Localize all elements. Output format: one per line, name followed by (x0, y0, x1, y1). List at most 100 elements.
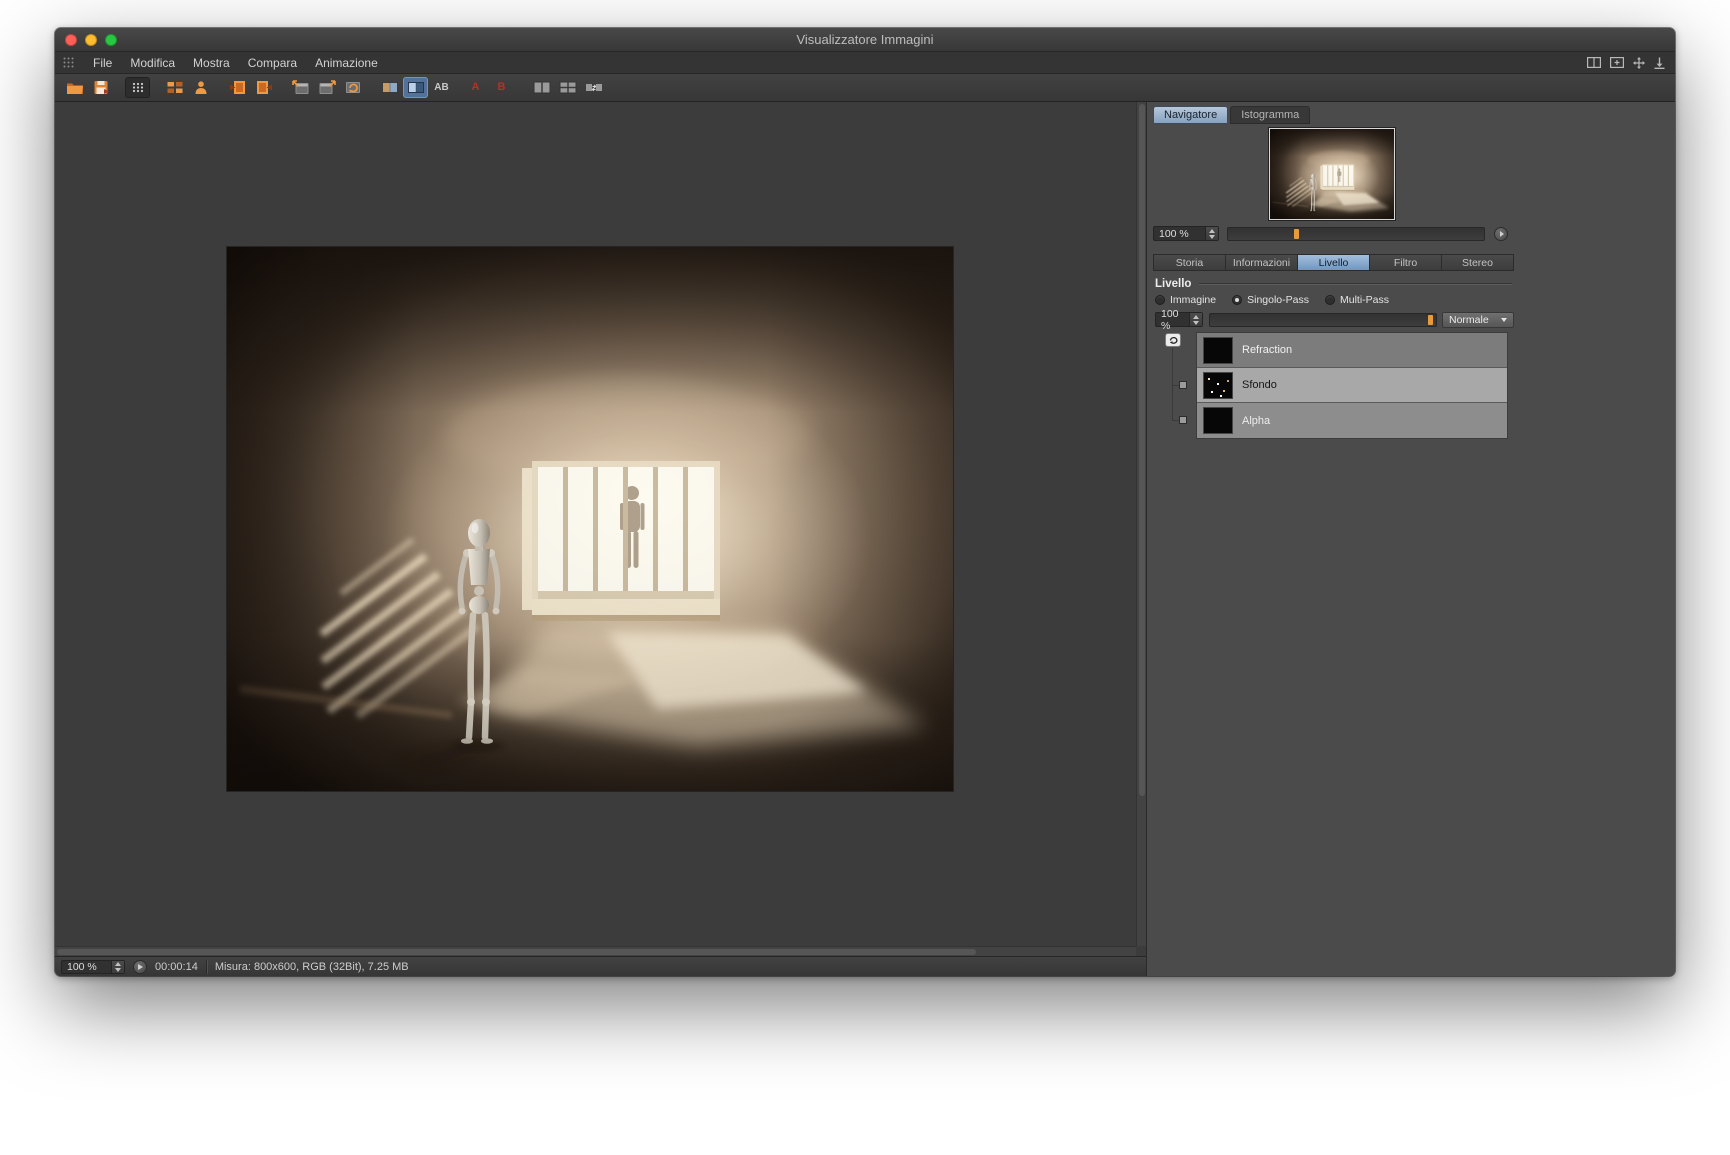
layer-toggle-alpha[interactable] (1179, 416, 1187, 424)
layer-row-refraction[interactable]: Refraction (1197, 333, 1507, 368)
a-arrow-icon (481, 84, 486, 91)
minimize-button[interactable] (85, 34, 97, 46)
desktop: { "window": { "title": "Visualizzatore I… (0, 0, 1730, 1155)
layer-visibility-master-icon[interactable] (1165, 333, 1181, 347)
horizontal-scrollbar-thumb[interactable] (57, 949, 976, 955)
status-zoom-stepper[interactable] (111, 960, 124, 973)
step-down-icon[interactable] (115, 967, 121, 972)
refresh-view-button[interactable] (340, 77, 365, 98)
vertical-scrollbar[interactable] (1136, 102, 1146, 946)
layer-toggle-sfondo[interactable] (1179, 381, 1187, 389)
layer-opacity-field[interactable]: 100 % (1155, 308, 1203, 332)
section-header: Livello (1155, 278, 1512, 290)
blend-mode-dropdown[interactable]: Normale (1442, 312, 1514, 328)
split-grid-button[interactable] (555, 77, 580, 98)
panel-grip-icon[interactable] (63, 57, 74, 68)
expand-window-button[interactable] (288, 77, 313, 98)
navigator-preview[interactable] (1268, 127, 1396, 221)
swap-compare-button[interactable] (581, 77, 606, 98)
move-panel-icon[interactable] (1633, 56, 1645, 69)
menu-item-modifica[interactable]: Modifica (121, 56, 184, 70)
navigator-zoom-stepper[interactable] (1205, 227, 1218, 240)
layer-bracket (1172, 385, 1179, 386)
mode-immagine[interactable]: Immagine (1155, 294, 1216, 306)
add-panel-icon[interactable] (1610, 57, 1624, 68)
step-down-icon[interactable] (1193, 320, 1199, 325)
right-panel: Navigatore Istogramma 100 % Storia Infor… (1147, 102, 1675, 976)
swap-arrows-icon (585, 84, 602, 92)
render-image (227, 247, 953, 791)
layer-name: Refraction (1242, 344, 1293, 356)
menu-item-animazione[interactable]: Animazione (306, 56, 387, 70)
menu-item-file[interactable]: File (84, 56, 121, 70)
maximize-corner-icon (319, 80, 336, 94)
maximize-window-button[interactable] (314, 77, 339, 98)
layout-grid-button[interactable] (125, 77, 150, 98)
set-compare-b-button[interactable]: B (492, 77, 517, 98)
navigator-zoom-row: 100 % (1153, 226, 1514, 242)
radio-icon[interactable] (1155, 295, 1165, 305)
zoom-slider-handle[interactable] (1294, 229, 1299, 239)
tab-istogramma[interactable]: Istogramma (1230, 106, 1311, 124)
mode-multi-pass[interactable]: Multi-Pass (1324, 294, 1389, 306)
radio-icon[interactable] (1324, 295, 1335, 305)
status-zoom-value: 100 % (67, 960, 97, 973)
tab-storia[interactable]: Storia (1154, 255, 1226, 270)
figure-view-button[interactable] (188, 77, 213, 98)
traffic-lights (65, 34, 117, 46)
viewer-column: 100 % 00:00:14 Misura: 800x600, RGB (32B… (55, 102, 1147, 976)
horizontal-scrollbar[interactable] (55, 946, 1136, 956)
navigator-zoom-slider[interactable] (1227, 227, 1485, 241)
split-panel-icon[interactable] (1587, 57, 1601, 68)
tab-filtro[interactable]: Filtro (1370, 255, 1442, 270)
navigator-step-button[interactable] (1494, 227, 1508, 241)
status-info: Misura: 800x600, RGB (32Bit), 7.25 MB (214, 960, 409, 973)
compare-ab-mode-button[interactable]: AB (429, 77, 454, 98)
title-bar[interactable]: Visualizzatore Immagini (55, 28, 1675, 52)
step-up-icon[interactable] (1209, 228, 1215, 233)
next-image-button[interactable] (251, 77, 276, 98)
b-arrow-icon (507, 84, 512, 91)
image-canvas[interactable] (55, 102, 1146, 956)
layer-row-alpha[interactable]: Alpha (1197, 403, 1507, 438)
radio-selected-icon[interactable] (1232, 295, 1243, 305)
scrollbar-corner (1136, 946, 1146, 956)
image-tiles-button[interactable] (162, 77, 187, 98)
app-window: Visualizzatore Immagini File Modifica Mo… (55, 28, 1675, 976)
mode-singolo-pass[interactable]: Singolo-Pass (1232, 294, 1309, 306)
opacity-slider-handle[interactable] (1428, 315, 1433, 325)
status-zoom-field[interactable]: 100 % (61, 959, 125, 974)
set-compare-a-button[interactable]: A (466, 77, 491, 98)
navigator-zoom-field[interactable]: 100 % (1153, 226, 1219, 241)
open-image-button[interactable] (62, 77, 87, 98)
tab-navigatore[interactable]: Navigatore (1153, 106, 1229, 124)
status-play-button[interactable] (133, 959, 147, 974)
pass-mode-group: Immagine Singolo-Pass Multi-Pass (1155, 294, 1389, 306)
menu-item-mostra[interactable]: Mostra (184, 56, 239, 70)
menu-item-compara[interactable]: Compara (239, 56, 306, 70)
status-divider (205, 959, 207, 974)
layer-row-sfondo[interactable]: Sfondo (1197, 368, 1507, 403)
layer-opacity-slider[interactable] (1209, 313, 1437, 327)
dock-panel-icon[interactable] (1654, 57, 1665, 69)
step-down-icon[interactable] (1209, 234, 1215, 239)
tab-informazioni[interactable]: Informazioni (1226, 255, 1298, 270)
split-horizontal-button[interactable] (529, 77, 554, 98)
previous-image-button[interactable] (225, 77, 250, 98)
tab-livello[interactable]: Livello (1298, 255, 1370, 270)
zoom-button[interactable] (105, 34, 117, 46)
compare-ab-toggle[interactable] (403, 77, 428, 98)
compare-panes-active-icon (407, 82, 424, 93)
layer-bracket (1172, 420, 1179, 421)
vertical-scrollbar-thumb[interactable] (1139, 104, 1145, 797)
step-up-icon[interactable] (115, 961, 121, 966)
step-up-icon[interactable] (1193, 314, 1199, 319)
mode-label: Singolo-Pass (1247, 294, 1309, 306)
save-image-button[interactable] (88, 77, 113, 98)
layer-thumbnail (1203, 371, 1233, 399)
open-folder-icon (66, 83, 83, 94)
close-button[interactable] (65, 34, 77, 46)
compare-images-button[interactable] (377, 77, 402, 98)
tab-stereo[interactable]: Stereo (1442, 255, 1513, 270)
opacity-stepper[interactable] (1189, 313, 1202, 326)
